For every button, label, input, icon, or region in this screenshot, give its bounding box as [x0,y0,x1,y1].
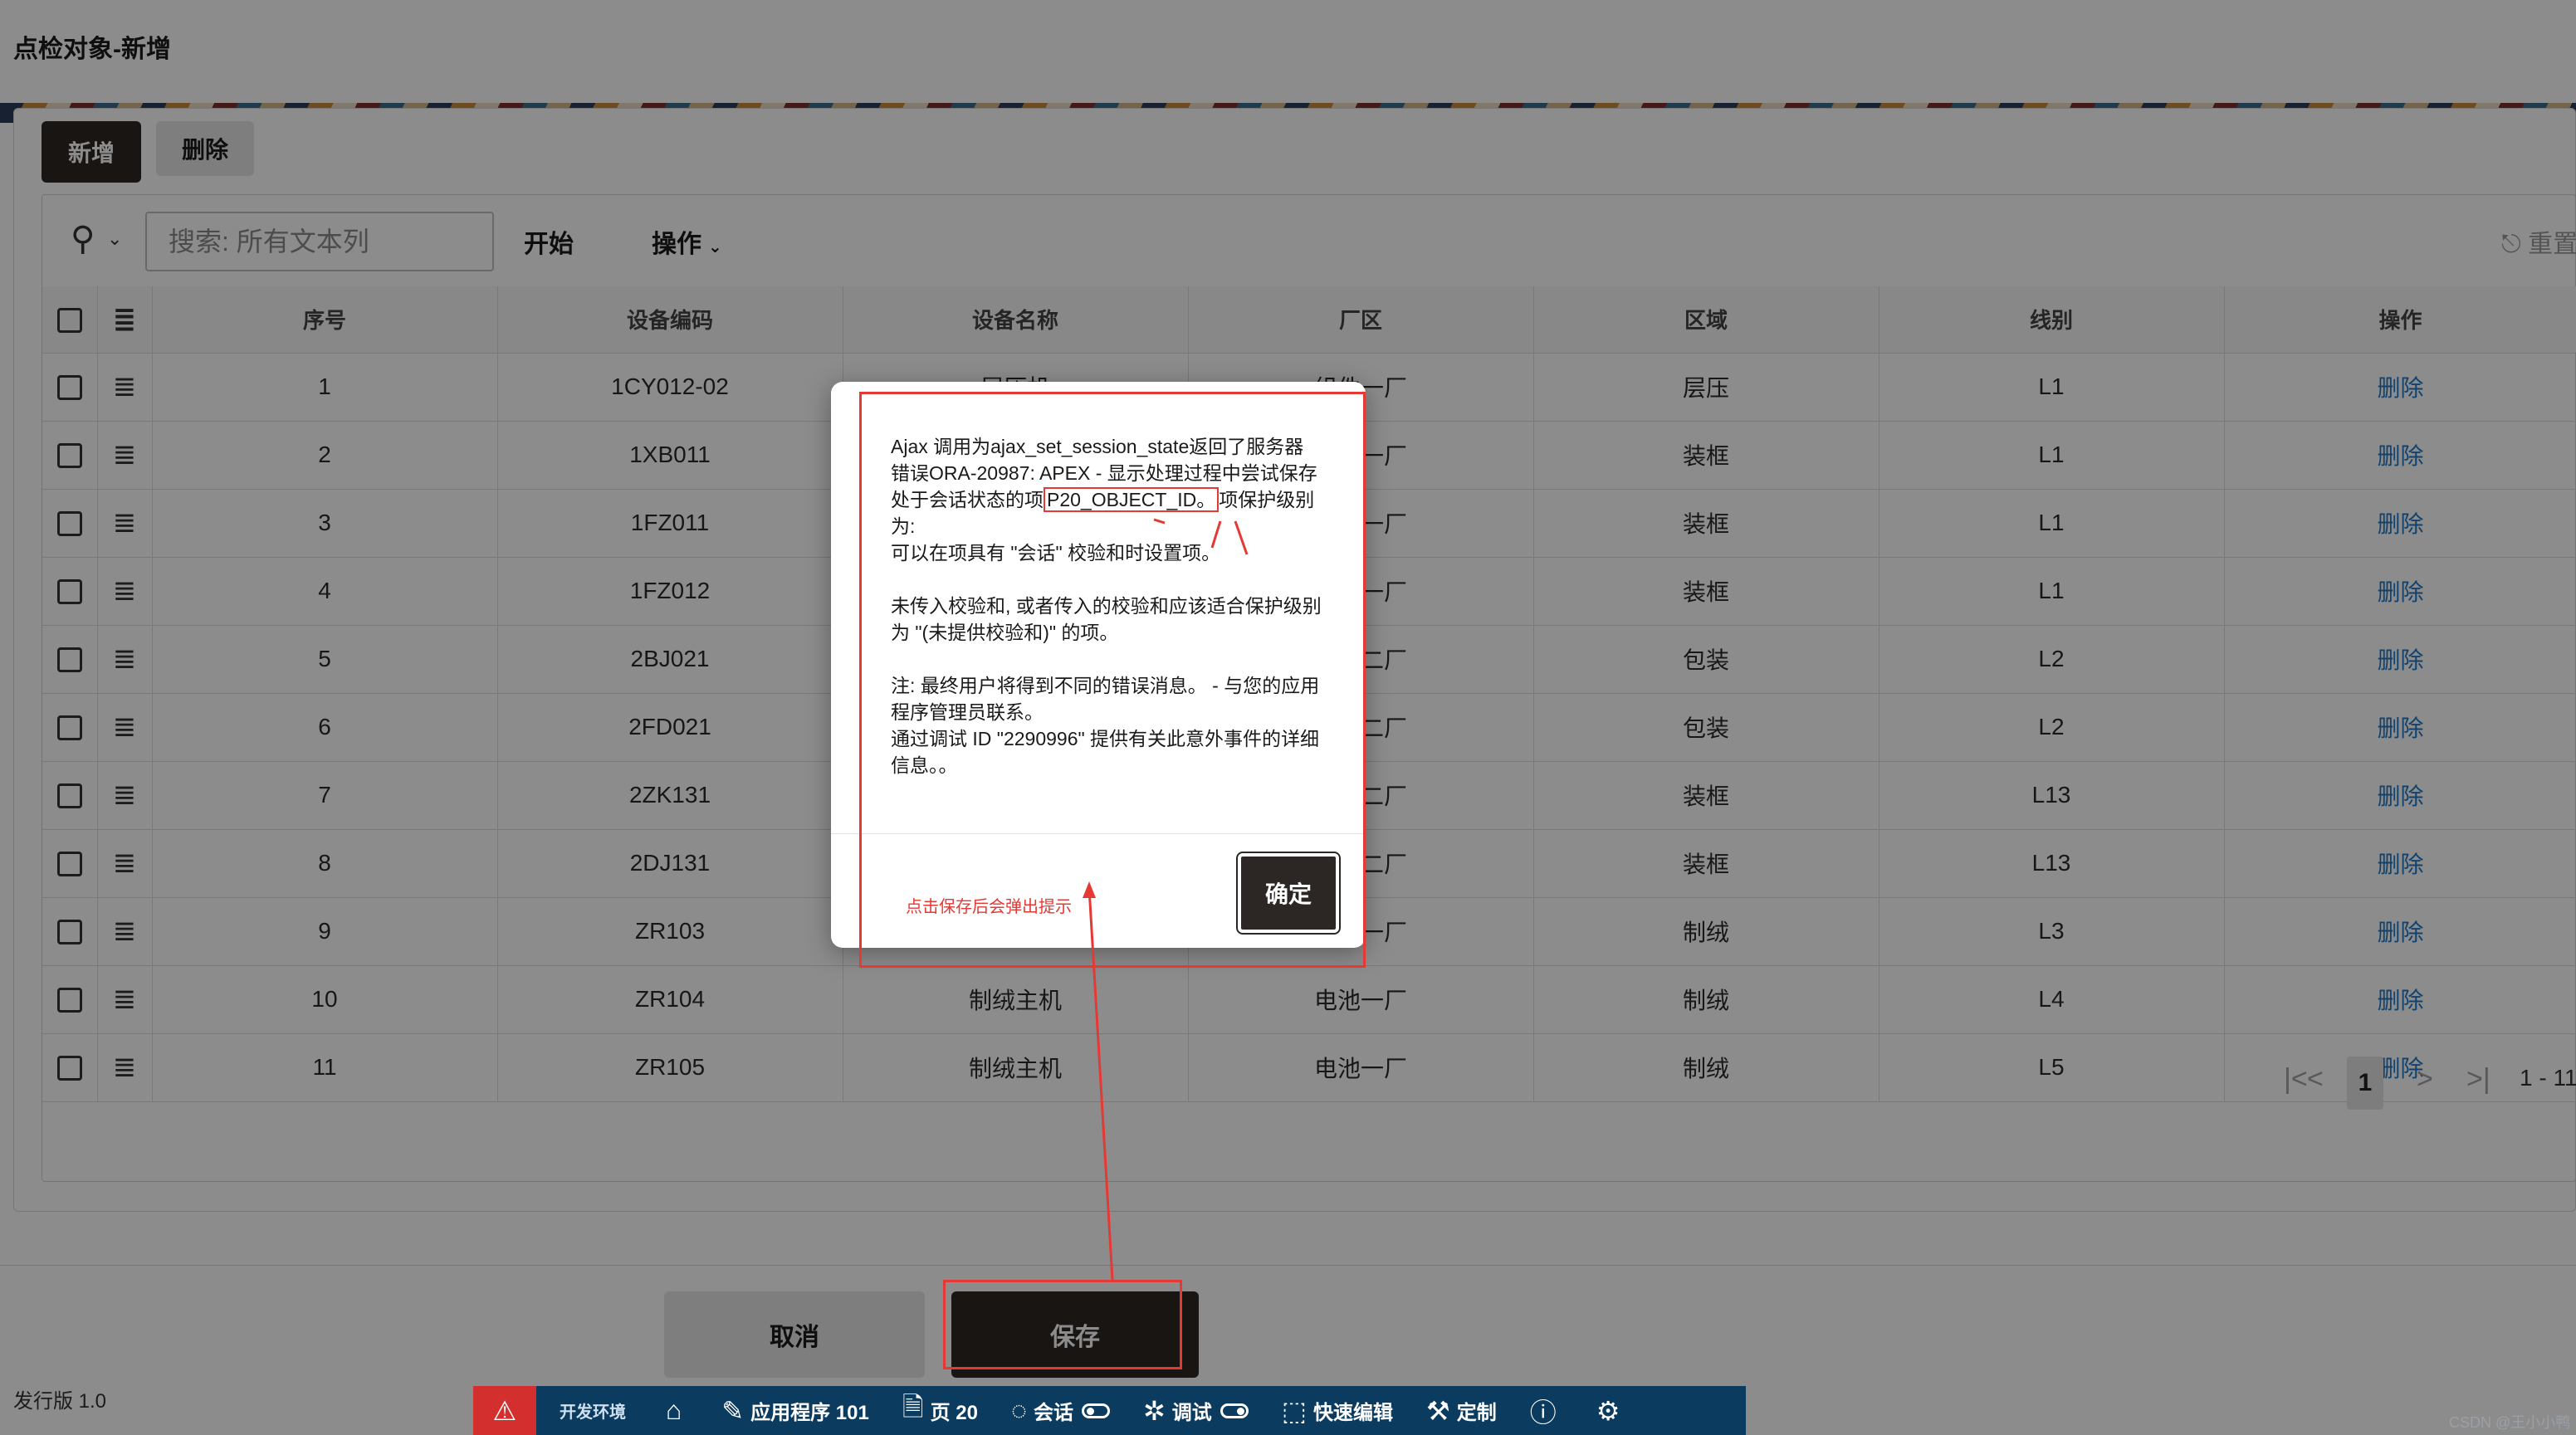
debug-label: 调试 [1171,1402,1212,1424]
annotation-box-dialog [859,392,1366,968]
page-button[interactable]: 🗎 页 20 [886,1389,995,1433]
debug-toggle[interactable] [1220,1403,1249,1418]
chat-icon: ◌ [1010,1395,1027,1425]
paint-roller-icon: ⚒ [1426,1395,1450,1426]
bug-icon: ✲ [1142,1395,1166,1426]
customize-label: 定制 [1456,1402,1497,1424]
debug-button[interactable]: ✲ 调试 [1127,1395,1265,1427]
environment-label: 开发环境 [560,1403,626,1422]
annotation-box-save [943,1280,1182,1369]
edit-icon: ✎ [721,1395,745,1426]
page-label: 页 20 [930,1402,978,1424]
application-button[interactable]: ✎ 应用程序 101 [705,1395,886,1427]
gear-icon: ⚙ [1596,1395,1620,1426]
settings-button[interactable]: ⚙ [1580,1395,1644,1427]
customize-button[interactable]: ⚒ 定制 [1410,1395,1513,1427]
application-label: 应用程序 101 [750,1402,869,1424]
quick-edit-button[interactable]: ⬚ 快速编辑 [1265,1395,1410,1427]
session-toggle[interactable] [1081,1403,1110,1418]
cursor-icon: ⬚ [1281,1395,1308,1426]
developer-toolbar: ⚠ 开发环境 ⌂ ✎ 应用程序 101 🗎 页 20 ◌ 会话 ✲ 调试 ⬚ 快速编辑 ⚒… [473,1386,1746,1435]
home-icon: ⌂ [666,1395,682,1425]
session-label: 会话 [1033,1402,1073,1424]
info-button[interactable]: ⓘ [1513,1392,1580,1430]
page-icon: 🗎 [902,1391,924,1422]
info-icon: ⓘ [1529,1397,1557,1428]
home-button[interactable]: ⌂ [649,1395,705,1426]
warning-icon[interactable]: ⚠ [473,1386,536,1435]
quick-edit-label: 快速编辑 [1313,1402,1394,1424]
watermark: CSDN @王小小鸭 [2449,1414,2571,1431]
session-button[interactable]: ◌ 会话 [995,1395,1127,1426]
